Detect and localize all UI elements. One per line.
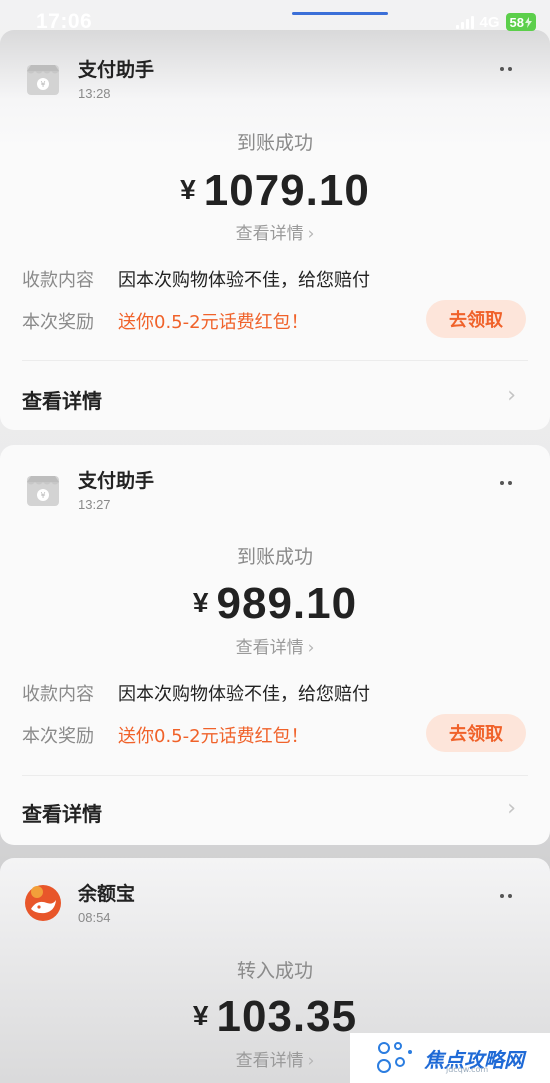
watermark-subtext: jdcqw.com — [446, 1065, 489, 1074]
reward-row: 本次奖励 送你0.5-2元话费红包！ — [22, 722, 309, 748]
reward-label: 本次奖励 — [22, 726, 94, 747]
svg-text:¥: ¥ — [40, 80, 45, 89]
notification-card[interactable]: ¥ 支付助手 13:27 到账成功 ¥989.10 查看详情 › 收款内容 因本次… — [0, 445, 550, 845]
signal-icon — [455, 15, 474, 29]
view-details-label: 查看详情 — [235, 224, 304, 244]
content-label: 收款内容 — [22, 270, 94, 291]
chevron-right-icon[interactable]: › — [507, 383, 516, 408]
amount: ¥989.10 — [0, 579, 550, 629]
battery-icon: 58 — [505, 13, 536, 31]
battery-level: 58 — [509, 14, 524, 30]
more-options-icon[interactable] — [500, 481, 512, 485]
currency-symbol: ¥ — [180, 174, 196, 205]
card-header: ¥ 支付助手 13:27 — [22, 469, 154, 512]
currency-symbol: ¥ — [192, 587, 209, 618]
status-indicators: 4G 58 — [455, 13, 536, 31]
app-name: 余额宝 — [78, 883, 136, 905]
content-row: 收款内容 因本次购物体验不佳，给您赔付 — [22, 680, 370, 706]
store-icon: ¥ — [22, 58, 64, 100]
reward-value: 送你0.5-2元话费红包！ — [118, 312, 309, 333]
divider — [22, 360, 528, 361]
notification-time: 13:27 — [78, 497, 111, 512]
card-header: ¥ 支付助手 13:28 — [22, 58, 154, 101]
card-header: 余额宝 08:54 — [22, 882, 135, 925]
content-value: 因本次购物体验不佳，给您赔付 — [118, 684, 370, 705]
app-name: 支付助手 — [78, 470, 155, 492]
chevron-right-icon: › — [307, 224, 315, 244]
payment-status: 到账成功 — [236, 546, 313, 568]
chevron-right-icon: › — [307, 638, 315, 658]
amount-value: 989.10 — [216, 579, 358, 628]
content-value: 因本次购物体验不佳，给您赔付 — [118, 270, 370, 291]
reward-row: 本次奖励 送你0.5-2元话费红包！ — [22, 308, 309, 334]
content-label: 收款内容 — [22, 684, 94, 705]
amount: ¥1079.10 — [0, 166, 550, 216]
reward-label: 本次奖励 — [22, 312, 94, 333]
payment-status: 到账成功 — [236, 132, 313, 154]
currency-symbol: ¥ — [192, 1000, 209, 1031]
view-details-label: 查看详情 — [235, 1051, 304, 1071]
amount-value: 1079.10 — [203, 166, 370, 215]
amount-value: 103.35 — [216, 992, 358, 1041]
network-label: 4G — [479, 13, 500, 31]
transfer-status: 转入成功 — [236, 960, 313, 982]
footer-details-link[interactable]: 查看详情 — [22, 798, 102, 827]
site-watermark: 焦点攻略网 jdcqw.com — [350, 1033, 550, 1083]
watermark-logo-icon — [377, 1042, 412, 1073]
svg-text:¥: ¥ — [40, 491, 45, 500]
chevron-right-icon: › — [307, 1051, 315, 1071]
status-bar: 17:06 4G 58 — [0, 0, 550, 44]
chevron-right-icon[interactable]: › — [507, 796, 516, 821]
yuebao-icon — [22, 882, 64, 924]
charging-bolt-icon — [525, 16, 532, 28]
more-options-icon[interactable] — [500, 894, 512, 898]
footer-details-link[interactable]: 查看详情 — [22, 385, 102, 414]
claim-button[interactable]: 去领取 — [426, 714, 526, 752]
view-details-link[interactable]: 查看详情 › — [0, 219, 550, 244]
app-name: 支付助手 — [78, 59, 155, 81]
reward-value: 送你0.5-2元话费红包！ — [118, 726, 309, 747]
view-details-label: 查看详情 — [235, 638, 304, 658]
top-indicator — [292, 12, 388, 15]
claim-button[interactable]: 去领取 — [426, 300, 526, 338]
store-icon: ¥ — [22, 469, 64, 511]
status-time: 17:06 — [36, 10, 93, 33]
notification-time: 13:28 — [78, 86, 111, 101]
content-row: 收款内容 因本次购物体验不佳，给您赔付 — [22, 266, 370, 292]
notification-time: 08:54 — [78, 910, 111, 925]
view-details-link[interactable]: 查看详情 › — [0, 633, 550, 658]
more-options-icon[interactable] — [500, 67, 512, 71]
divider — [22, 775, 528, 776]
notification-card[interactable]: ¥ 支付助手 13:28 到账成功 ¥1079.10 查看详情 › 收款内容 因本… — [0, 30, 550, 430]
